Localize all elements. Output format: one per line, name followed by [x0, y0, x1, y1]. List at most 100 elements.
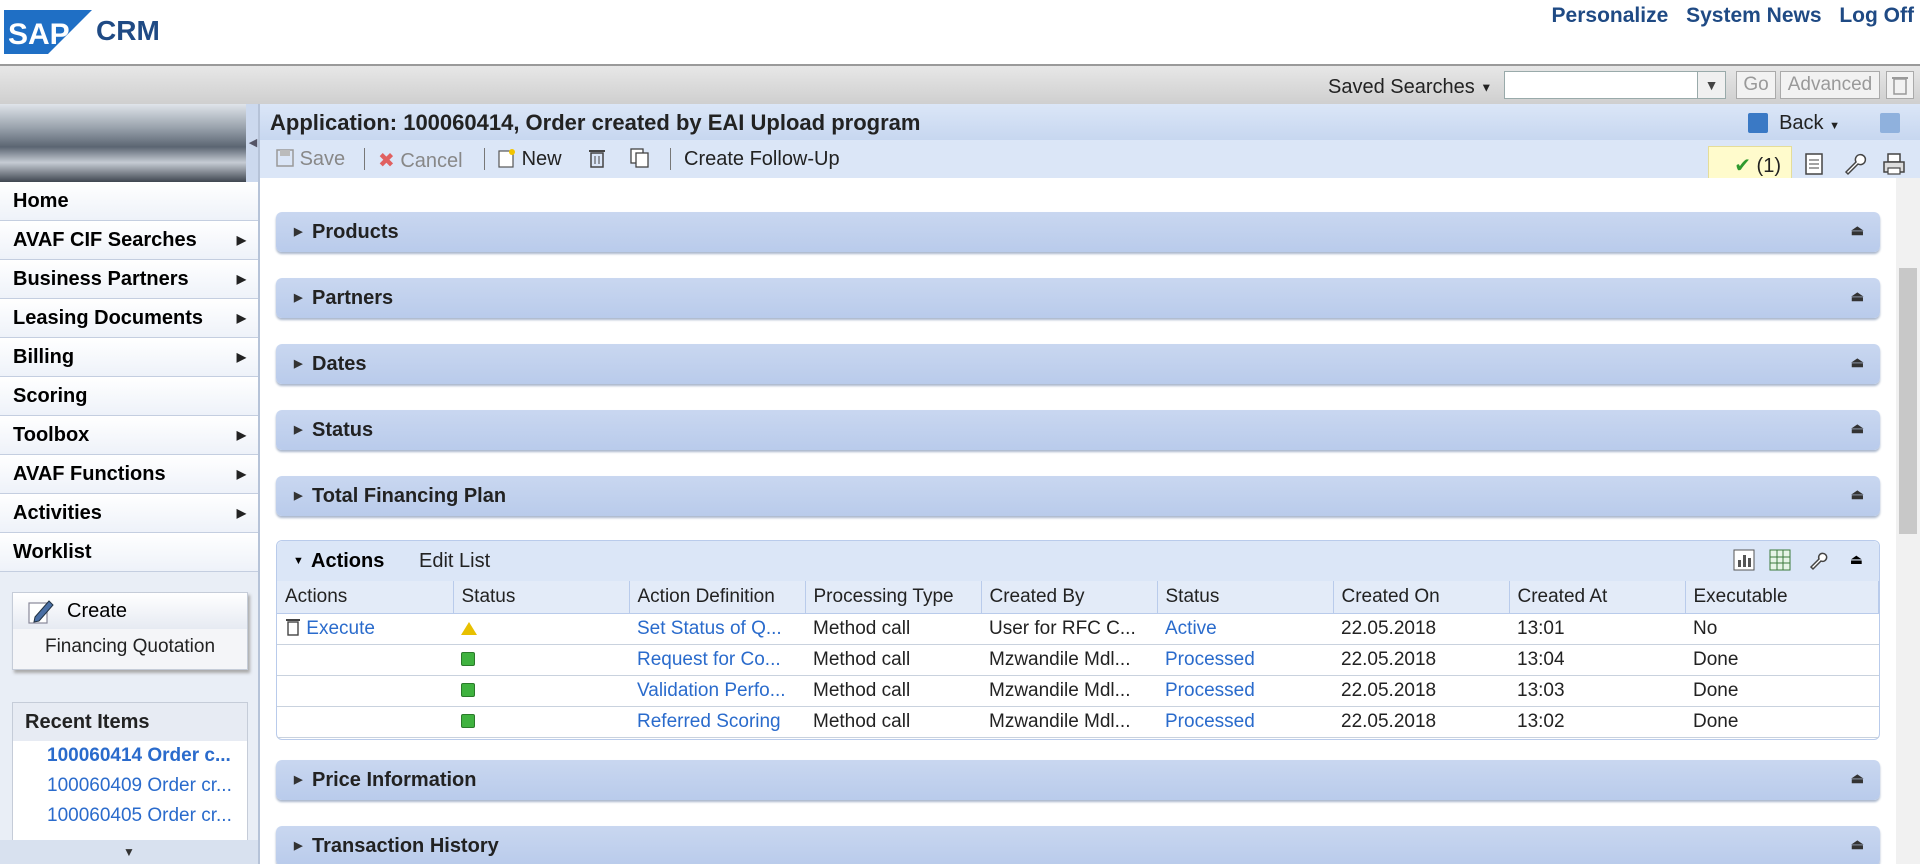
column-header[interactable]: Processing Type	[805, 581, 982, 614]
assignment-block-total-financing-plan[interactable]: ▶ Total Financing Plan ⏏	[276, 476, 1880, 516]
nav-item-billing[interactable]: Billing ▶	[0, 338, 258, 377]
action-definition-link[interactable]: Validation Perfo...	[629, 675, 805, 707]
green-square-icon	[461, 652, 475, 667]
assignment-block-dates[interactable]: ▶ Dates ⏏	[276, 344, 1880, 384]
personalize-link[interactable]: Personalize	[1552, 4, 1669, 27]
collapse-block-icon[interactable]: ⏏	[1851, 342, 1864, 382]
column-header[interactable]: Status	[1157, 581, 1334, 614]
cancel-button[interactable]: ✖ Cancel	[378, 148, 463, 173]
assignment-block-products[interactable]: ▶ Products ⏏	[276, 212, 1880, 252]
status-cell	[453, 675, 629, 707]
save-button[interactable]: Save	[276, 148, 345, 171]
saved-search-input[interactable]	[1504, 71, 1726, 99]
status-link[interactable]: Processed	[1157, 644, 1333, 676]
nav-item-leasing-documents[interactable]: Leasing Documents ▶	[0, 299, 258, 338]
header-image	[0, 104, 246, 182]
recent-item[interactable]: 100060414 Order c...	[13, 741, 247, 771]
table-row[interactable]: Validation Perfo... Method call Mzwandil…	[277, 675, 1879, 707]
wrench-icon[interactable]	[1840, 150, 1868, 178]
column-header[interactable]: Created At	[1509, 581, 1686, 614]
go-button[interactable]: Go	[1736, 71, 1776, 99]
collapse-block-icon[interactable]: ⏏	[1851, 758, 1864, 798]
search-bar: Saved Searches ▼ ▼ Go Advanced	[0, 64, 1920, 104]
copy-button[interactable]	[630, 148, 650, 174]
page-header: Application: 100060414, Order created by…	[260, 104, 1920, 140]
wrench-icon[interactable]	[1807, 549, 1829, 571]
collapse-block-icon[interactable]: ⏏	[1850, 539, 1863, 579]
column-header[interactable]: Executable	[1685, 581, 1879, 614]
assignment-block-transaction-history[interactable]: ▶ Transaction History ⏏	[276, 826, 1880, 864]
status-link[interactable]: Processed	[1157, 706, 1333, 738]
document-icon[interactable]	[1800, 150, 1828, 178]
created-on-cell: 22.05.2018	[1333, 644, 1509, 676]
chart-icon[interactable]	[1733, 549, 1755, 571]
table-row[interactable]: Referred Scoring Method call Mzwandile M…	[277, 706, 1879, 738]
table-row[interactable]: Execute Set Status of Q... Method call U…	[277, 613, 1879, 645]
log-off-link[interactable]: Log Off	[1839, 4, 1914, 27]
export-excel-icon[interactable]	[1769, 549, 1791, 571]
save-icon	[276, 149, 294, 167]
create-financing-quotation-link[interactable]: Financing Quotation	[13, 629, 247, 665]
collapse-block-icon[interactable]: ⏏	[1851, 408, 1864, 448]
nav-item-avaf-cif-searches[interactable]: AVAF CIF Searches ▶	[0, 221, 258, 260]
collapse-block-icon[interactable]: ⏏	[1851, 276, 1864, 316]
actions-header: ▼ Actions Edit List ⏏	[277, 541, 1879, 581]
assignment-block-price-information[interactable]: ▶ Price Information ⏏	[276, 760, 1880, 800]
executable-cell: Done	[1685, 706, 1879, 738]
column-header[interactable]: Status	[453, 581, 630, 614]
create-follow-up-button[interactable]: Create Follow-Up	[684, 148, 840, 171]
nav-item-avaf-functions[interactable]: AVAF Functions ▶	[0, 455, 258, 494]
status-cell	[453, 706, 629, 738]
back-button[interactable]: Back ▼	[1779, 112, 1840, 135]
delete-search-button[interactable]	[1886, 71, 1914, 99]
column-header[interactable]: Created By	[981, 581, 1158, 614]
collapse-block-icon[interactable]: ⏏	[1851, 824, 1864, 864]
executable-cell: Done	[1685, 644, 1879, 676]
nav-item-activities[interactable]: Activities ▶	[0, 494, 258, 533]
svg-text:SAP: SAP	[8, 18, 70, 51]
caret-down-icon: ▼	[1829, 120, 1840, 132]
created-by-cell: User for RFC C...	[981, 613, 1157, 645]
column-header[interactable]: Created On	[1333, 581, 1510, 614]
recent-item[interactable]: 100060409 Order cr...	[13, 771, 247, 801]
nav-item-worklist[interactable]: Worklist	[0, 533, 258, 572]
status-link[interactable]: Processed	[1157, 675, 1333, 707]
collapse-block-icon[interactable]: ⏏	[1851, 474, 1864, 514]
forward-arrow-icon[interactable]	[1880, 113, 1900, 133]
executable-cell: Done	[1685, 675, 1879, 707]
column-header[interactable]: Actions	[277, 581, 454, 614]
action-definition-link[interactable]: Request for Co...	[629, 644, 805, 676]
trash-icon[interactable]	[285, 618, 301, 636]
column-header[interactable]: Action Definition	[629, 581, 806, 614]
scroll-down-button[interactable]: ▼	[0, 840, 258, 864]
status-cell	[453, 613, 629, 645]
new-button[interactable]: New	[498, 148, 562, 171]
advanced-button[interactable]: Advanced	[1780, 71, 1880, 99]
action-definition-link[interactable]: Set Status of Q...	[629, 613, 805, 645]
nav-item-home[interactable]: Home	[0, 182, 258, 221]
created-on-cell: 22.05.2018	[1333, 706, 1509, 738]
recent-items-title: Recent Items	[13, 703, 247, 741]
nav-item-scoring[interactable]: Scoring	[0, 377, 258, 416]
edit-list-button[interactable]: Edit List	[419, 541, 490, 581]
back-arrow-icon[interactable]	[1748, 113, 1768, 133]
assignment-block-status[interactable]: ▶ Status ⏏	[276, 410, 1880, 450]
recent-item[interactable]: 100060405 Order cr...	[13, 801, 247, 831]
table-row[interactable]: Request for Co... Method call Mzwandile …	[277, 644, 1879, 676]
print-icon[interactable]	[1880, 150, 1908, 178]
caret-down-icon: ▼	[123, 845, 135, 859]
nav-item-toolbox[interactable]: Toolbox ▶	[0, 416, 258, 455]
execute-action[interactable]: Execute	[277, 613, 453, 645]
search-dropdown-button[interactable]: ▼	[1697, 71, 1726, 99]
scrollbar-thumb[interactable]	[1899, 268, 1917, 534]
delete-button[interactable]	[588, 148, 606, 174]
nav-item-business-partners[interactable]: Business Partners ▶	[0, 260, 258, 299]
collapse-block-icon[interactable]: ⏏	[1851, 210, 1864, 250]
saved-searches-dropdown[interactable]: Saved Searches ▼	[1328, 76, 1492, 99]
system-news-link[interactable]: System News	[1686, 4, 1821, 27]
expand-icon: ▶	[294, 358, 303, 370]
collapse-icon[interactable]: ▼	[293, 541, 304, 581]
action-definition-link[interactable]: Referred Scoring	[629, 706, 805, 738]
status-link[interactable]: Active	[1157, 613, 1333, 645]
assignment-block-partners[interactable]: ▶ Partners ⏏	[276, 278, 1880, 318]
